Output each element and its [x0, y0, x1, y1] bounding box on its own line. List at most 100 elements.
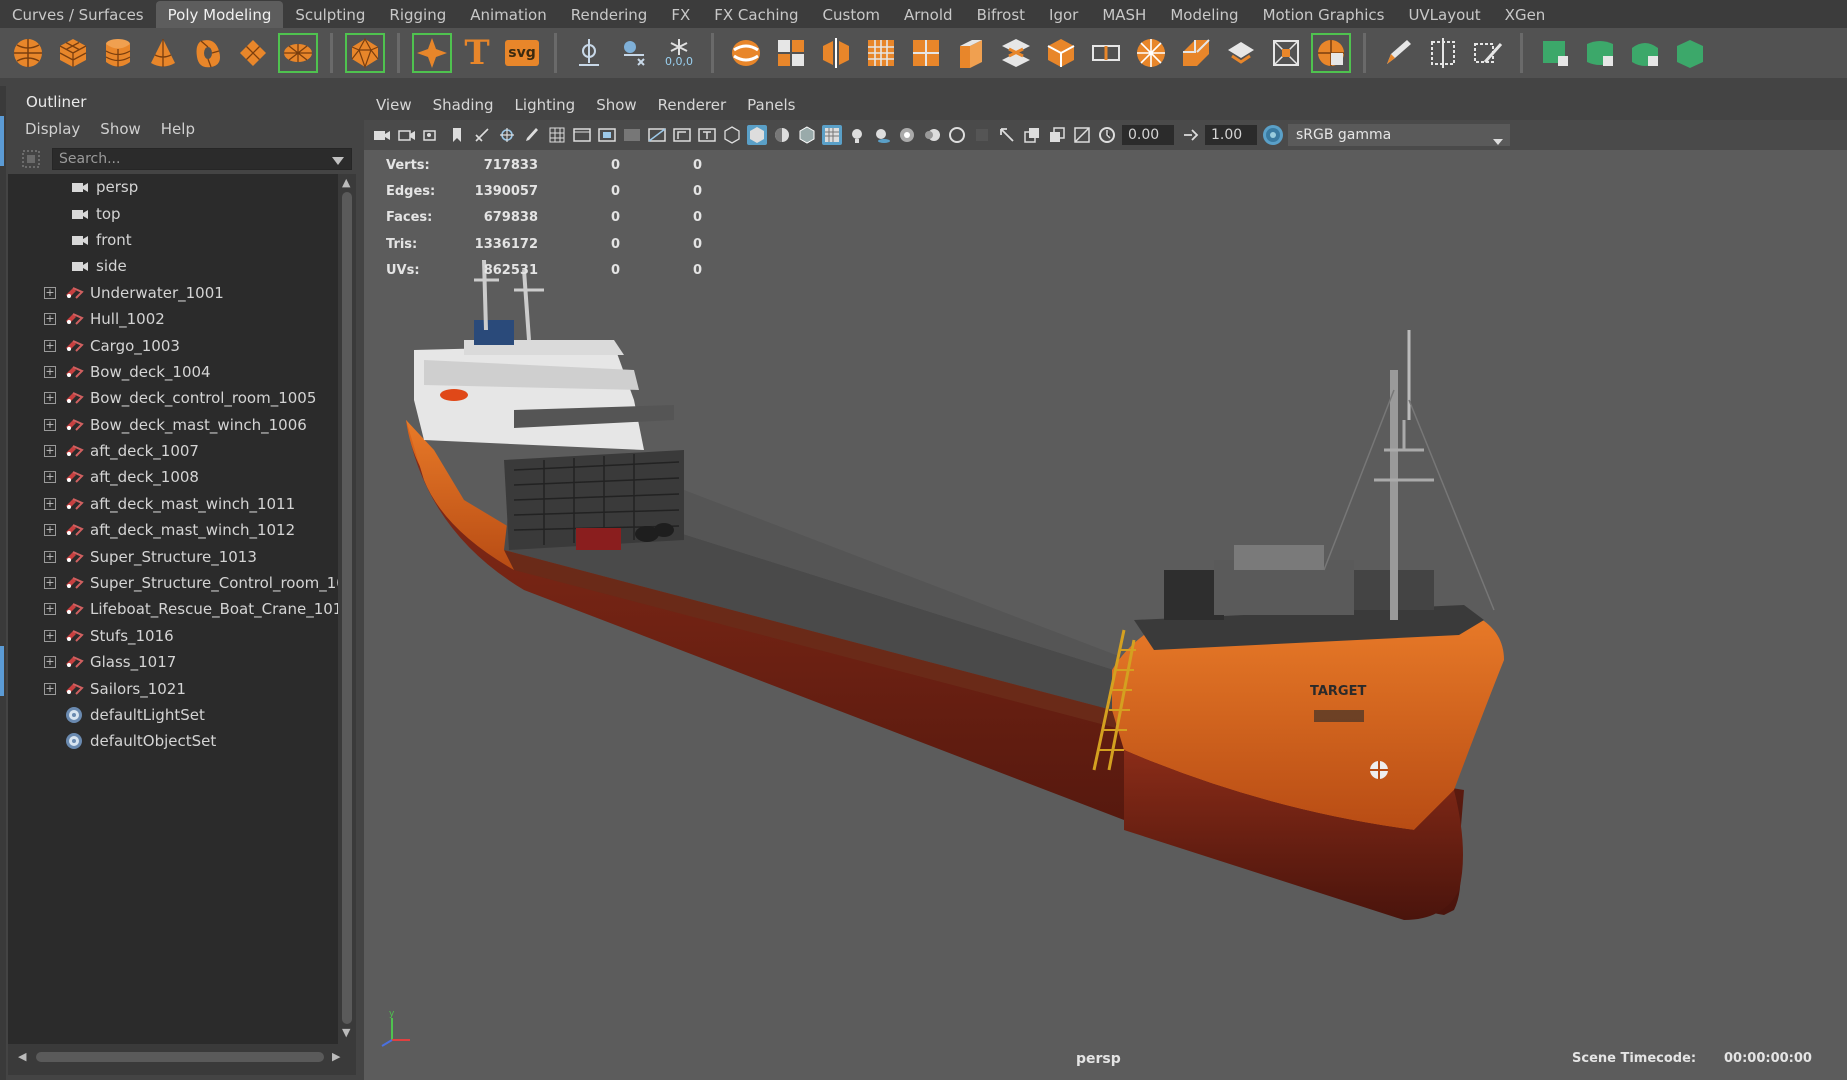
outliner-item-persp[interactable]: persp — [8, 174, 338, 200]
xray-icon[interactable] — [1022, 125, 1042, 145]
extrude-icon[interactable] — [951, 33, 991, 73]
smooth-icon[interactable] — [861, 33, 901, 73]
sculpt-sphere-icon[interactable] — [1311, 33, 1351, 73]
outliner-item-bow-deck-control-room-1005[interactable]: + Bow_deck_control_room_1005 — [8, 385, 338, 411]
outliner-item-sailors-1021[interactable]: + Sailors_1021 — [8, 675, 338, 701]
poly-torus-icon[interactable] — [188, 33, 228, 73]
uv-cylindrical-icon[interactable] — [1580, 33, 1620, 73]
outliner-item-aft-deck-1008[interactable]: + aft_deck_1008 — [8, 464, 338, 490]
multi-cut-icon[interactable] — [1131, 33, 1171, 73]
outliner-item-defaultlightset[interactable]: defaultLightSet — [8, 702, 338, 728]
insert-edge-loop-icon[interactable] — [1086, 33, 1126, 73]
default-lighting-icon[interactable] — [772, 125, 792, 145]
outliner-item-bow-deck-1004[interactable]: + Bow_deck_1004 — [8, 359, 338, 385]
color-space-dropdown[interactable]: sRGB gamma — [1288, 124, 1510, 146]
expand-icon[interactable]: + — [44, 471, 56, 484]
reduce-icon[interactable] — [906, 33, 946, 73]
depth-of-field-icon[interactable] — [972, 125, 992, 145]
uv-spherical-icon[interactable] — [1625, 33, 1665, 73]
gamma-field[interactable]: 1.00 — [1205, 125, 1257, 145]
viewport-menu-lighting[interactable]: Lighting — [515, 96, 576, 114]
svg-tool-icon[interactable]: svg — [502, 33, 542, 73]
grid-icon[interactable] — [547, 125, 567, 145]
bevel-icon[interactable] — [1041, 33, 1081, 73]
cargo-ship-model[interactable]: TARGET — [364, 150, 1847, 1080]
outliner-item-hull-1002[interactable]: + Hull_1002 — [8, 306, 338, 332]
viewport-menu-shading[interactable]: Shading — [433, 96, 494, 114]
safe-action-icon[interactable] — [672, 125, 692, 145]
xray-joints-icon[interactable] — [1047, 125, 1067, 145]
exposure-field[interactable]: 0.00 — [1122, 125, 1174, 145]
xray-components-icon[interactable] — [1072, 125, 1092, 145]
anti-aliasing-icon[interactable] — [947, 125, 967, 145]
wireframe-icon[interactable] — [722, 125, 742, 145]
target-weld-icon[interactable] — [1176, 33, 1216, 73]
measure-tool-icon[interactable] — [569, 33, 609, 73]
expand-icon[interactable]: + — [44, 418, 56, 431]
outliner-item-underwater-1001[interactable]: + Underwater_1001 — [8, 280, 338, 306]
shelf-tab-xgen[interactable]: XGen — [1493, 1, 1558, 28]
color-management-icon[interactable] — [1263, 125, 1283, 145]
expand-icon[interactable]: + — [44, 286, 56, 299]
uv-planar-icon[interactable] — [1535, 33, 1575, 73]
search-input[interactable] — [53, 151, 323, 167]
expand-icon[interactable]: + — [44, 577, 56, 590]
outliner-item-top[interactable]: top — [8, 200, 338, 226]
uv-automatic-icon[interactable] — [1670, 33, 1710, 73]
mirror-icon[interactable] — [816, 33, 856, 73]
viewport-menu-view[interactable]: View — [376, 96, 412, 114]
outliner-item-aft-deck-mast-winch-1011[interactable]: + aft_deck_mast_winch_1011 — [8, 491, 338, 517]
platonic-solid-icon[interactable] — [345, 33, 385, 73]
outliner-item-defaultobjectset[interactable]: defaultObjectSet — [8, 728, 338, 754]
resolution-gate-icon[interactable] — [597, 125, 617, 145]
combine-icon[interactable] — [726, 33, 766, 73]
pencil-icon[interactable] — [1378, 33, 1418, 73]
expand-icon[interactable]: + — [44, 629, 56, 642]
outliner-horizontal-scrollbar[interactable]: ◀ ▶ — [8, 1044, 356, 1070]
shelf-tab-arnold[interactable]: Arnold — [892, 1, 965, 28]
outliner-menu-display[interactable]: Display — [25, 120, 80, 138]
viewport-menu-renderer[interactable]: Renderer — [658, 96, 726, 114]
shelf-tab-uvlayout[interactable]: UVLayout — [1396, 1, 1492, 28]
quad-draw-icon[interactable] — [1266, 33, 1306, 73]
outliner-item-aft-deck-mast-winch-1012[interactable]: + aft_deck_mast_winch_1012 — [8, 517, 338, 543]
expand-icon[interactable]: + — [44, 603, 56, 616]
select-camera-icon[interactable] — [372, 125, 392, 145]
outliner-item-front[interactable]: front — [8, 227, 338, 253]
film-gate-icon[interactable] — [572, 125, 592, 145]
scroll-down-arrow-icon[interactable]: ▼ — [342, 1026, 350, 1039]
filter-icon[interactable] — [18, 146, 44, 172]
isolate-select-icon[interactable] — [997, 125, 1017, 145]
outliner-item-super-structure-1013[interactable]: + Super_Structure_1013 — [8, 543, 338, 569]
super-shape-icon[interactable] — [412, 33, 452, 73]
outliner-item-glass-1017[interactable]: + Glass_1017 — [8, 649, 338, 675]
shelf-tab-fx-caching[interactable]: FX Caching — [702, 1, 810, 28]
bookmarks-icon[interactable] — [422, 125, 442, 145]
outliner-vertical-scrollbar[interactable]: ▲ ▼ — [338, 174, 356, 1044]
viewport-menu-panels[interactable]: Panels — [747, 96, 795, 114]
expand-icon[interactable]: + — [44, 524, 56, 537]
outliner-item-cargo-1003[interactable]: + Cargo_1003 — [8, 332, 338, 358]
scrollbar-thumb[interactable] — [342, 192, 352, 1024]
gate-mask-icon[interactable] — [622, 125, 642, 145]
shelf-tab-sculpting[interactable]: Sculpting — [283, 1, 377, 28]
outliner-menu-show[interactable]: Show — [100, 120, 140, 138]
textured-icon[interactable] — [822, 125, 842, 145]
3d-viewport[interactable]: TARGET Verts: 717833 0 0 Edges: 1390057 … — [364, 150, 1847, 1080]
shadows-icon[interactable] — [872, 125, 892, 145]
expand-icon[interactable]: + — [44, 339, 56, 352]
shelf-tab-rigging[interactable]: Rigging — [377, 1, 458, 28]
expand-icon[interactable]: + — [44, 656, 56, 669]
shelf-tab-motion-graphics[interactable]: Motion Graphics — [1251, 1, 1397, 28]
screen-space-ao-icon[interactable] — [897, 125, 917, 145]
poly-disc-icon[interactable] — [278, 33, 318, 73]
shelf-tab-custom[interactable]: Custom — [811, 1, 892, 28]
separate-icon[interactable] — [771, 33, 811, 73]
expand-icon[interactable]: + — [44, 392, 56, 405]
gamma-icon[interactable] — [1180, 125, 1200, 145]
edge-flow-icon[interactable] — [1423, 33, 1463, 73]
expand-icon[interactable]: + — [44, 445, 56, 458]
scroll-up-arrow-icon[interactable]: ▲ — [342, 176, 350, 189]
viewport-menu-show[interactable]: Show — [596, 96, 636, 114]
expand-icon[interactable]: + — [44, 550, 56, 563]
